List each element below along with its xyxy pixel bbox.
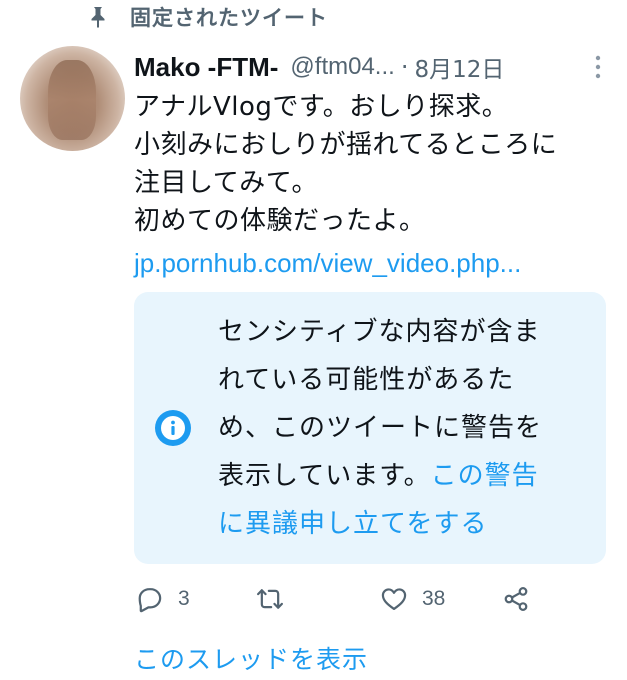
share-button[interactable] <box>502 582 530 616</box>
tweet-date[interactable]: 8月12日 <box>414 50 504 84</box>
warning-line: め、このツイートに警告を <box>218 413 543 443</box>
warning-line: センシティブな内容が含ま <box>218 317 541 347</box>
pinned-tweet-indicator: 固定されたツイート <box>88 0 328 34</box>
warning-text: センシティブな内容が含ま れている可能性があるた め、このツイートに警告を 表示… <box>218 308 588 548</box>
show-thread-link[interactable]: このスレッドを表示 <box>134 640 368 676</box>
sensitive-content-warning: センシティブな内容が含ま れている可能性があるた め、このツイートに警告を 表示… <box>134 292 606 564</box>
author-name[interactable]: Mako -FTM- <box>134 52 278 83</box>
tweet-actions: 3 38 <box>134 582 614 616</box>
tweet-body-line: 注目してみて。 <box>134 168 318 198</box>
warning-line: 表示しています。 <box>218 461 431 491</box>
tweet-body-line: 小刻みにおしりが揺れてるところに <box>134 130 558 160</box>
tweet-link[interactable]: jp.pornhub.com/view_video.php... <box>134 248 521 279</box>
heart-icon <box>381 588 407 611</box>
avatar[interactable] <box>20 46 125 151</box>
reply-button[interactable]: 3 <box>136 582 190 616</box>
share-icon <box>504 587 528 611</box>
reply-icon <box>138 588 162 613</box>
appeal-link[interactable]: に異議申し立てをする <box>218 509 487 539</box>
reply-count: 3 <box>178 587 190 610</box>
warning-line: れている可能性があるた <box>218 365 515 395</box>
author-handle[interactable]: @ftm04... <box>290 53 394 81</box>
tweet-body-line: アナルVlogです。おしり探求。 <box>134 92 509 122</box>
more-options-icon[interactable] <box>593 54 603 80</box>
retweet-icon <box>256 589 284 609</box>
retweet-button[interactable] <box>256 582 284 616</box>
tweet-body-line: 初めての体験だったよ。 <box>134 206 426 236</box>
appeal-link[interactable]: この警告 <box>431 461 539 491</box>
separator-dot: · <box>400 53 409 81</box>
like-button[interactable]: 38 <box>380 582 445 616</box>
info-icon <box>154 409 192 447</box>
tweet-header: Mako -FTM- @ftm04... · 8月12日 <box>134 50 607 84</box>
pin-icon <box>88 6 108 28</box>
pinned-label: 固定されたツイート <box>130 6 328 30</box>
like-count: 38 <box>422 587 446 610</box>
tweet-body: アナルVlogです。おしり探求。 小刻みにおしりが揺れてるところに 注目してみて… <box>134 88 614 240</box>
